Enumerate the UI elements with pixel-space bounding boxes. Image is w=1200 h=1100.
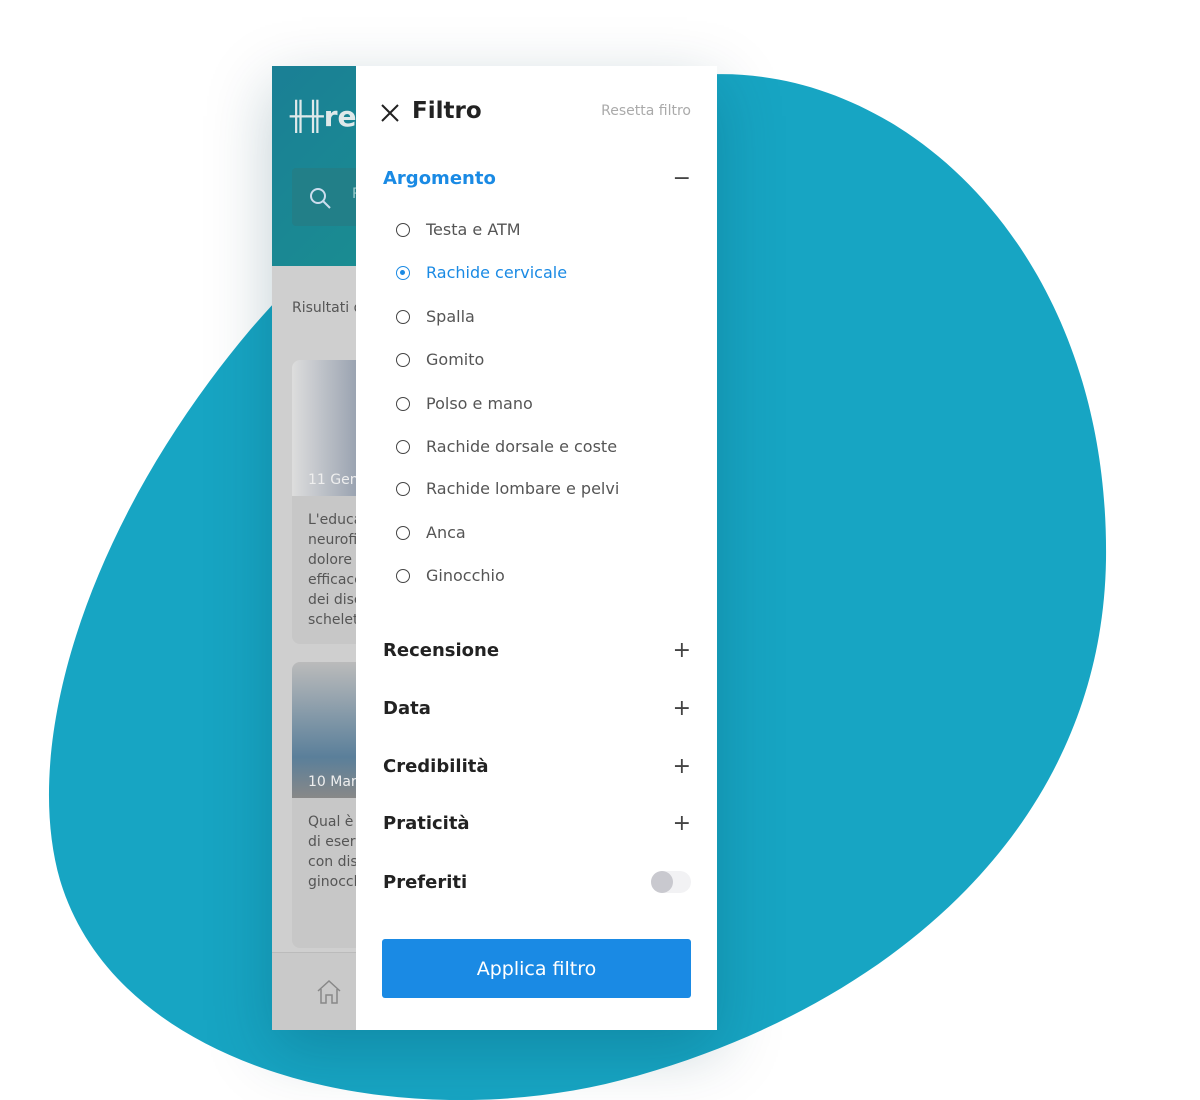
favorites-row: Preferiti [383, 871, 691, 893]
filter-panel: Filtro Resetta filtro Argomento − Testa e… [356, 66, 717, 1030]
option-rachide-dorsale[interactable]: Rachide dorsale e coste [396, 437, 617, 456]
search-bar[interactable]: R [292, 168, 356, 226]
app-logo: ╫╫rev [290, 100, 356, 133]
section-recensione[interactable]: Recensione + [383, 638, 691, 663]
favorites-toggle[interactable] [651, 871, 691, 893]
radio-icon [396, 568, 410, 583]
reset-filter-link[interactable]: Resetta filtro [601, 103, 691, 119]
option-rachide-cervicale[interactable]: Rachide cervicale [396, 263, 567, 282]
home-icon[interactable] [316, 979, 342, 1005]
radio-icon [396, 352, 410, 367]
radio-icon [396, 309, 410, 324]
option-testa-atm[interactable]: Testa e ATM [396, 220, 521, 239]
section-argomento[interactable]: Argomento − [383, 166, 691, 191]
option-spalla[interactable]: Spalla [396, 307, 475, 326]
article-card[interactable]: 10 Marz Qual è ldi eserccon distginocch [292, 662, 356, 948]
article-image: 11 Gen [292, 360, 356, 496]
results-label: Risultati d [292, 300, 356, 316]
section-praticita[interactable]: Praticità + [383, 811, 691, 836]
option-gomito[interactable]: Gomito [396, 350, 484, 369]
article-card[interactable]: 11 Gen L'educaneurofidoloreefficacedei d… [292, 360, 356, 644]
article-image: 10 Marz [292, 662, 356, 798]
section-data[interactable]: Data + [383, 696, 691, 721]
radio-icon [396, 439, 410, 454]
radio-icon [396, 481, 410, 496]
app-header: ╫╫rev R [272, 66, 356, 266]
option-anca[interactable]: Anca [396, 523, 466, 542]
apply-filter-button[interactable]: Applica filtro [382, 939, 691, 998]
plus-icon: + [672, 638, 691, 663]
radio-icon [396, 222, 410, 237]
plus-icon: + [672, 811, 691, 836]
radio-selected-icon [396, 265, 410, 280]
option-ginocchio[interactable]: Ginocchio [396, 566, 505, 585]
article-text: L'educaneurofidoloreefficacedei discsche… [308, 512, 356, 628]
article-text: Qual è ldi eserccon distginocch [308, 814, 356, 890]
bottom-nav [272, 952, 356, 1030]
background-app: ╫╫rev R Risultati d 11 Gen L'educaneurof… [272, 66, 356, 1030]
plus-icon: + [672, 754, 691, 779]
phone-screen: ╫╫rev R Risultati d 11 Gen L'educaneurof… [272, 66, 717, 1030]
plus-icon: + [672, 696, 691, 721]
radio-icon [396, 525, 410, 540]
option-rachide-lombare[interactable]: Rachide lombare e pelvi [396, 479, 619, 498]
radio-icon [396, 396, 410, 411]
search-icon [310, 188, 331, 209]
filter-title: Filtro [412, 98, 482, 124]
section-credibilita[interactable]: Credibilità + [383, 754, 691, 779]
minus-icon: − [672, 166, 691, 191]
option-polso-mano[interactable]: Polso e mano [396, 394, 533, 413]
close-icon[interactable] [380, 103, 400, 123]
